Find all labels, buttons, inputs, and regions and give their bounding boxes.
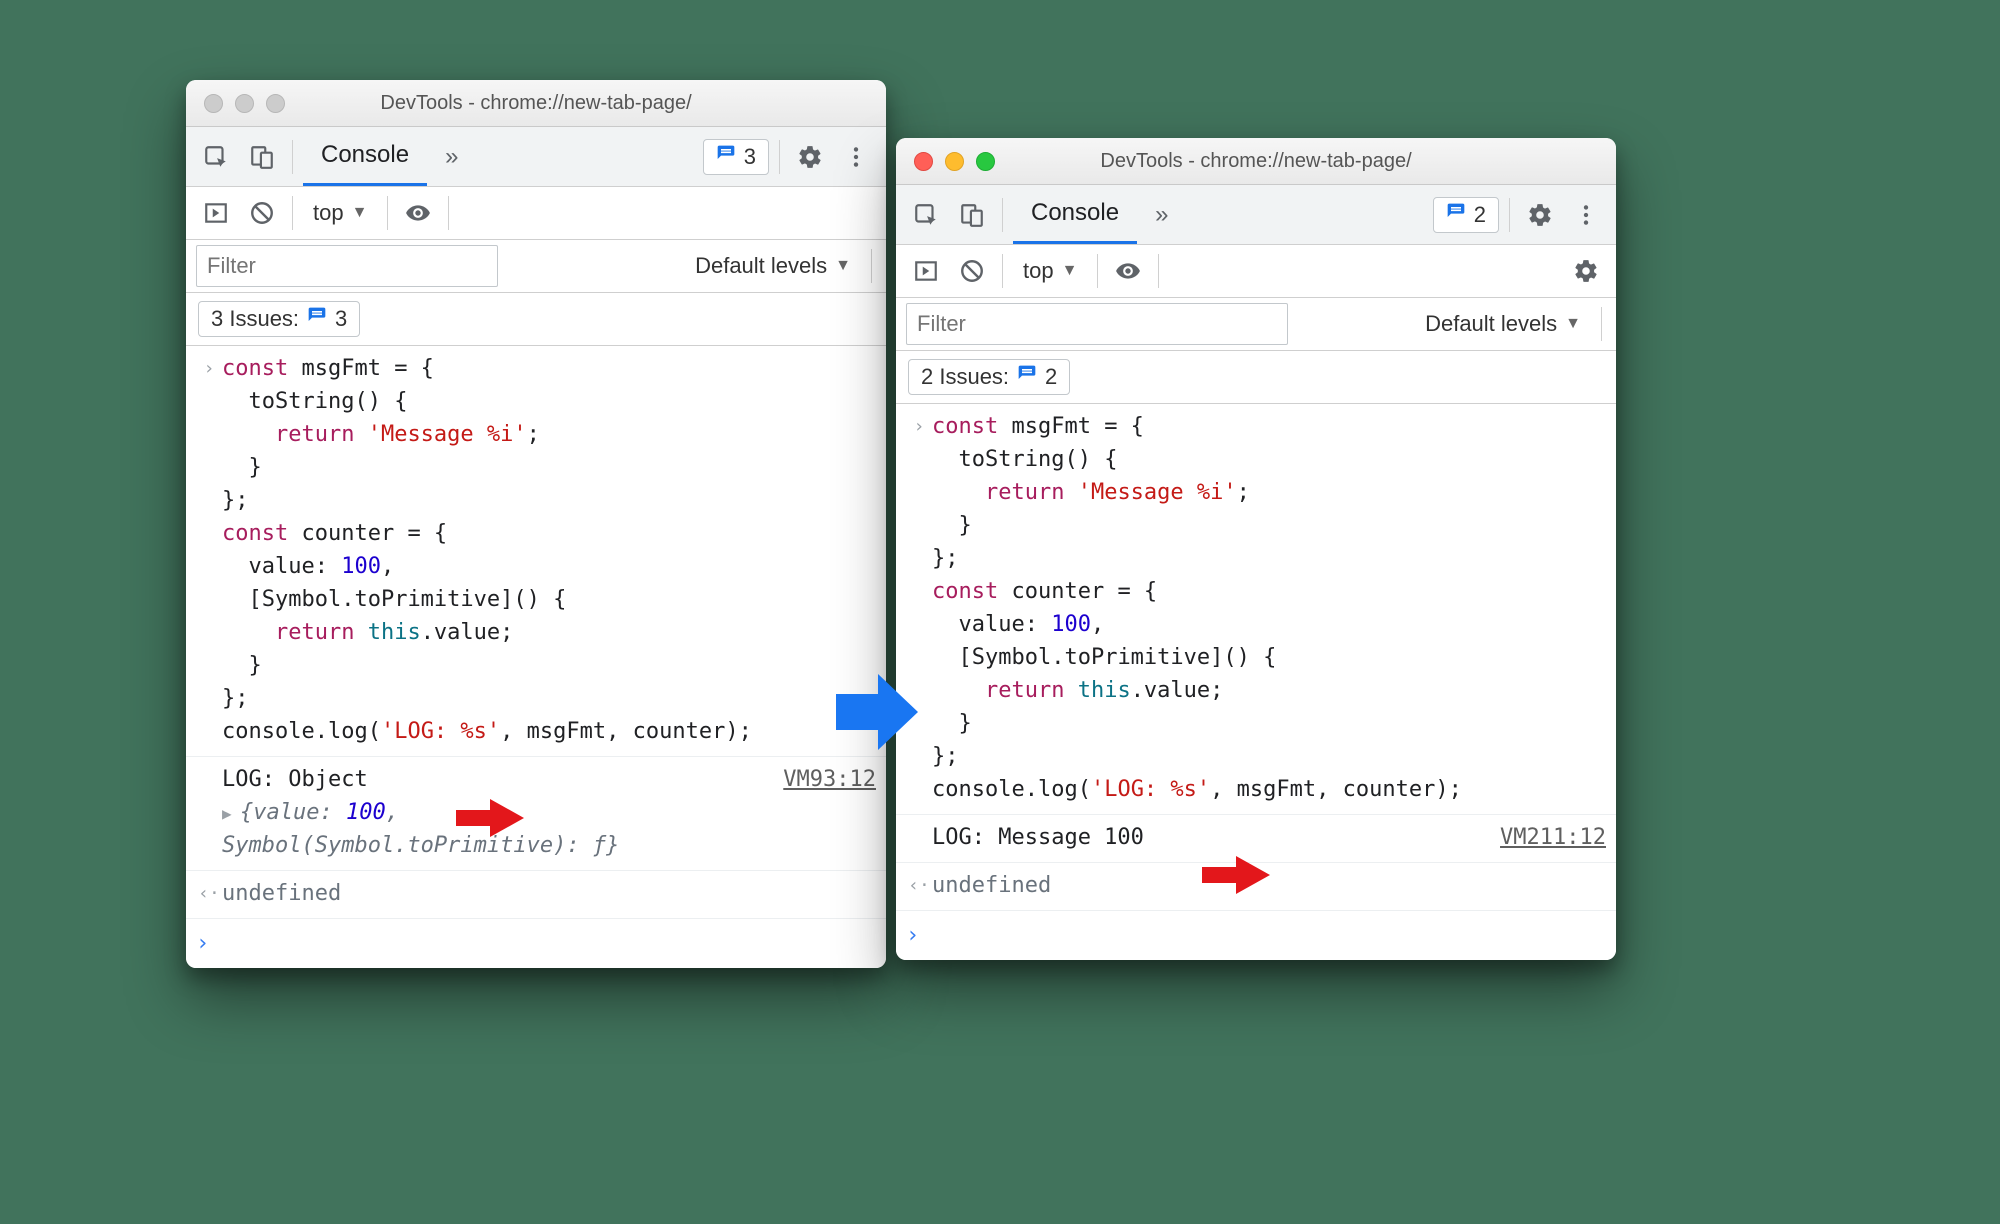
devtools-window-after: DevTools - chrome://new-tab-page/ Consol…	[896, 138, 1616, 960]
level-selector[interactable]: Default levels ▼	[685, 249, 861, 283]
gear-icon[interactable]	[1520, 195, 1560, 235]
eye-icon[interactable]	[1108, 251, 1148, 291]
context-selector[interactable]: top ▼	[1013, 254, 1087, 288]
return-icon: ‹·	[196, 877, 222, 910]
context-label: top	[313, 200, 344, 226]
clear-console-icon[interactable]	[242, 193, 282, 233]
blue-arrow-icon	[830, 666, 922, 758]
issues-n: 3	[335, 306, 347, 332]
more-tabs-icon[interactable]: »	[433, 143, 470, 171]
triangle-down-icon: ▼	[1565, 315, 1581, 333]
issues-row: 3 Issues: 3	[186, 293, 886, 346]
titlebar[interactable]: DevTools - chrome://new-tab-page/	[186, 80, 886, 127]
inspect-icon[interactable]	[196, 137, 236, 177]
issues-chip[interactable]: 2	[1433, 197, 1499, 233]
log-output: LOG: Message 100	[932, 825, 1144, 850]
chat-icon	[1017, 364, 1037, 390]
filter-bar: Default levels ▼	[186, 240, 886, 293]
more-tabs-icon[interactable]: »	[1143, 201, 1180, 229]
source-link[interactable]: VM211:12	[1480, 821, 1606, 854]
console-toolbar: top ▼	[896, 245, 1616, 298]
issues-pill[interactable]: 2 Issues: 2	[908, 359, 1070, 395]
console-prompt[interactable]: ›	[896, 911, 1616, 960]
minimize-icon[interactable]	[945, 152, 964, 171]
context-label: top	[1023, 258, 1054, 284]
eye-icon[interactable]	[398, 193, 438, 233]
maximize-icon[interactable]	[976, 152, 995, 171]
inspect-icon[interactable]	[906, 195, 946, 235]
close-icon[interactable]	[914, 152, 933, 171]
code-block: const msgFmt = { toString() { return 'Me…	[932, 410, 1606, 806]
clear-console-icon[interactable]	[952, 251, 992, 291]
console-input-row: › const msgFmt = { toString() { return '…	[896, 404, 1616, 815]
show-drawer-icon[interactable]	[906, 251, 946, 291]
window-title: DevTools - chrome://new-tab-page/	[186, 92, 886, 115]
level-selector[interactable]: Default levels ▼	[1415, 307, 1591, 341]
show-drawer-icon[interactable]	[196, 193, 236, 233]
triangle-down-icon: ▼	[352, 204, 368, 222]
kebab-icon[interactable]	[836, 137, 876, 177]
red-arrow-icon	[1198, 852, 1270, 898]
gear-icon[interactable]	[1566, 251, 1606, 291]
issues-chip[interactable]: 3	[703, 139, 769, 175]
return-icon: ‹·	[906, 869, 932, 902]
maximize-icon[interactable]	[266, 94, 285, 113]
filter-bar: Default levels ▼	[896, 298, 1616, 351]
log-output: LOG: Object	[222, 767, 368, 792]
console-log-row[interactable]: LOG: Object ▶{value: 100, Symbol(Symbol.…	[186, 757, 886, 871]
console-toolbar: top ▼	[186, 187, 886, 240]
issues-text: 3 Issues:	[211, 306, 299, 332]
code-block: const msgFmt = { toString() { return 'Me…	[222, 352, 876, 748]
return-value: undefined	[222, 877, 876, 910]
chat-icon	[1446, 202, 1466, 228]
chat-icon	[307, 306, 327, 332]
filter-input[interactable]	[906, 303, 1288, 345]
device-toggle-icon[interactable]	[242, 137, 282, 177]
triangle-down-icon: ▼	[1062, 262, 1078, 280]
source-link[interactable]: VM93:12	[763, 763, 876, 796]
context-selector[interactable]: top ▼	[303, 196, 377, 230]
chat-icon	[716, 144, 736, 170]
minimize-icon[interactable]	[235, 94, 254, 113]
device-toggle-icon[interactable]	[952, 195, 992, 235]
triangle-right-icon[interactable]: ▶	[222, 802, 240, 826]
console-prompt[interactable]: ›	[186, 919, 886, 968]
levels-label: Default levels	[1425, 311, 1557, 337]
console-output: › const msgFmt = { toString() { return '…	[186, 346, 886, 968]
issues-count: 3	[744, 144, 756, 170]
devtools-window-before: DevTools - chrome://new-tab-page/ Consol…	[186, 80, 886, 968]
levels-label: Default levels	[695, 253, 827, 279]
tab-console[interactable]: Console	[1013, 185, 1137, 244]
tab-console[interactable]: Console	[303, 127, 427, 186]
chevron-right-icon: ›	[196, 352, 222, 748]
issues-count: 2	[1474, 202, 1486, 228]
gear-icon[interactable]	[790, 137, 830, 177]
titlebar[interactable]: DevTools - chrome://new-tab-page/	[896, 138, 1616, 185]
main-toolbar: Console » 3	[186, 127, 886, 187]
main-toolbar: Console » 2	[896, 185, 1616, 245]
kebab-icon[interactable]	[1566, 195, 1606, 235]
issues-n: 2	[1045, 364, 1057, 390]
triangle-down-icon: ▼	[835, 257, 851, 275]
console-input-row: › const msgFmt = { toString() { return '…	[186, 346, 886, 757]
issues-row: 2 Issues: 2	[896, 351, 1616, 404]
issues-pill[interactable]: 3 Issues: 3	[198, 301, 360, 337]
red-arrow-icon	[452, 795, 524, 841]
close-icon[interactable]	[204, 94, 223, 113]
filter-input[interactable]	[196, 245, 498, 287]
console-return-row: ‹· undefined	[186, 871, 886, 919]
window-title: DevTools - chrome://new-tab-page/	[896, 150, 1616, 173]
issues-text: 2 Issues:	[921, 364, 1009, 390]
